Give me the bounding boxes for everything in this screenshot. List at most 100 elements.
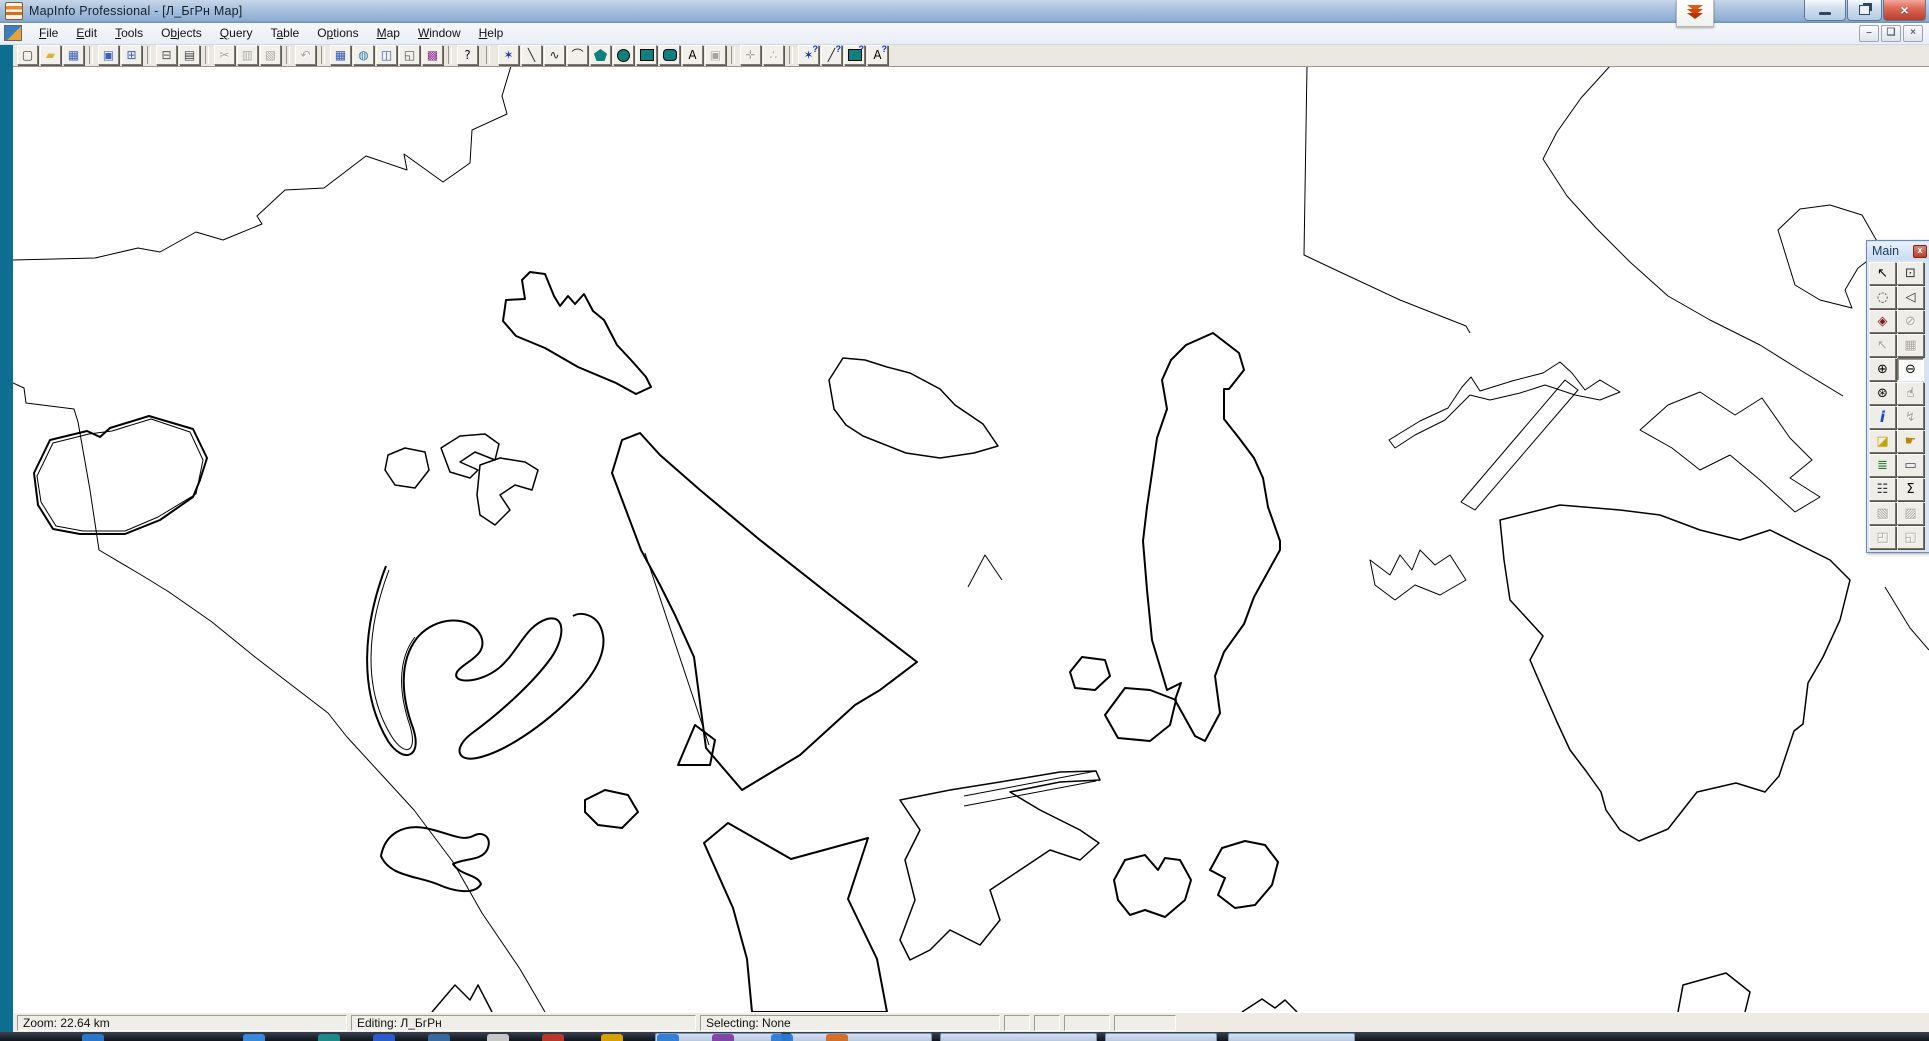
drag-map-window-button[interactable]: ☛ xyxy=(1897,430,1924,453)
open-table-icon: ▰ xyxy=(45,48,56,62)
menu-file[interactable]: File xyxy=(30,23,67,43)
taskbar-button[interactable] xyxy=(1228,1033,1355,1041)
taskbar-icon[interactable] xyxy=(826,1034,848,1041)
polyline-button[interactable]: ∿ xyxy=(544,45,565,65)
zoom-out-button[interactable]: ⊖ xyxy=(1897,358,1924,381)
open-dbms-table-icon: ▦ xyxy=(67,48,80,62)
text-style-button[interactable]: A xyxy=(867,44,888,65)
toolbar-separator xyxy=(448,46,452,64)
select-button[interactable]: ↖ xyxy=(1869,262,1896,285)
menu-window[interactable]: Window xyxy=(409,23,470,43)
restore-button[interactable] xyxy=(1847,0,1882,21)
map-region-outline xyxy=(1388,361,1621,449)
layer-control-button[interactable]: ≣ xyxy=(1869,454,1896,477)
zoom-in-button[interactable]: ⊕ xyxy=(1869,358,1896,381)
line-style-button[interactable]: ╱ xyxy=(821,44,842,65)
polygon-select-button[interactable]: ◁ xyxy=(1897,286,1924,309)
add-node-button: ∴ xyxy=(763,45,784,65)
menu-table[interactable]: Table xyxy=(261,23,308,43)
minimize-button[interactable] xyxy=(1804,0,1846,21)
taskbar-icon[interactable] xyxy=(82,1034,104,1041)
download-arrows-button[interactable] xyxy=(1676,0,1714,27)
mdi-restore-button[interactable]: ❏ xyxy=(1881,25,1901,42)
minimize-icon xyxy=(1819,11,1831,15)
menu-options[interactable]: Options xyxy=(308,23,367,43)
new-mapper-button[interactable]: ◍ xyxy=(353,45,374,65)
new-browser-button[interactable]: ▦ xyxy=(330,45,351,65)
boundary-select-button[interactable]: ◈ xyxy=(1869,310,1896,333)
info-tool-button[interactable]: i xyxy=(1869,406,1896,429)
symbol-style-button[interactable]: ✶ xyxy=(798,44,819,65)
new-table-button[interactable]: ▢ xyxy=(17,45,38,65)
radius-select-button[interactable]: ◌ xyxy=(1869,286,1896,309)
taskbar-icon[interactable] xyxy=(542,1034,564,1041)
taskbar-icon[interactable] xyxy=(712,1034,734,1041)
save-workspace-button[interactable]: ⊞ xyxy=(121,45,142,65)
map-region-outline xyxy=(1209,840,1279,909)
marquee-select-button[interactable]: ⊡ xyxy=(1897,262,1924,285)
save-window-as-button[interactable]: ⊟ xyxy=(156,45,177,65)
save-table-button[interactable]: ▣ xyxy=(98,45,119,65)
ellipse-button[interactable] xyxy=(613,45,634,65)
menu-map[interactable]: Map xyxy=(368,23,409,43)
taskbar-icon[interactable] xyxy=(428,1034,450,1041)
show-legend-button[interactable]: ☷ xyxy=(1869,478,1896,501)
taskbar-button[interactable] xyxy=(790,1033,932,1041)
selecting-indicator: Selecting: None xyxy=(700,1015,1000,1031)
rounded-rectangle-button[interactable] xyxy=(659,45,680,65)
mdi-close-button[interactable]: × xyxy=(1903,25,1923,42)
symbol-button[interactable]: ✶ xyxy=(498,45,519,65)
menu-help[interactable]: Help xyxy=(470,23,513,43)
line-button[interactable]: ╲ xyxy=(521,45,542,65)
taskbar-icon[interactable] xyxy=(318,1034,340,1041)
taskbar-icon[interactable] xyxy=(487,1034,509,1041)
help-pointer-button[interactable]: ? xyxy=(457,45,478,65)
menu-tools[interactable]: Tools xyxy=(106,23,152,43)
taskbar-icon[interactable] xyxy=(771,1034,793,1041)
toolbar-separator xyxy=(321,46,325,64)
map-window-icon[interactable] xyxy=(4,25,22,41)
region-style-button[interactable] xyxy=(844,44,865,65)
label-tool-button[interactable]: ◪ xyxy=(1869,430,1896,453)
menu-edit[interactable]: Edit xyxy=(67,23,106,43)
map-region-outline xyxy=(677,724,716,766)
map-region-outline xyxy=(1369,549,1467,601)
ruler-button[interactable]: ▭ xyxy=(1897,454,1924,477)
open-dbms-table-button[interactable]: ▦ xyxy=(63,45,84,65)
new-layout-button[interactable]: ◱ xyxy=(399,45,420,65)
taskbar-icon[interactable] xyxy=(601,1034,623,1041)
hotlink-button: ↯ xyxy=(1897,406,1924,429)
menu-query[interactable]: Query xyxy=(211,23,262,43)
arc-button[interactable]: ⌒ xyxy=(567,45,588,65)
grabber-pan-button[interactable]: ☝ xyxy=(1897,382,1924,405)
taskbar-icon[interactable] xyxy=(373,1034,395,1041)
palette-close-button[interactable]: x xyxy=(1913,244,1927,258)
menu-objects[interactable]: Objects xyxy=(152,23,211,43)
open-table-button[interactable]: ▰ xyxy=(40,45,61,65)
change-view-button[interactable]: ⊛ xyxy=(1869,382,1896,405)
mdi-window-controls: – ❏ × xyxy=(1857,25,1923,42)
taskbar-button[interactable] xyxy=(940,1033,1097,1041)
rectangle-button[interactable] xyxy=(636,45,657,65)
grabber-pan-icon: ☝ xyxy=(1906,386,1915,401)
polygon-button[interactable] xyxy=(590,45,611,65)
map-region-outline xyxy=(1884,586,1929,651)
taskbar-button[interactable] xyxy=(1105,1033,1217,1041)
graph-select-button: ▦ xyxy=(1897,334,1924,357)
palette-title-bar[interactable]: Main x xyxy=(1868,242,1929,260)
text-button[interactable]: A xyxy=(682,45,703,65)
close-button[interactable]: × xyxy=(1883,0,1926,21)
main-toolbar-palette[interactable]: Main x ↖ ⊡ ◌ ◁ ◈ ⊘ ↖ ▦ ⊕ ⊖ ⊛ ☝ i ↯ ◪ ☛ ≣ ▭ ☷ Σ ▧ ▨ ◰ ◱ xyxy=(1866,240,1929,553)
map-canvas[interactable] xyxy=(13,66,1929,1012)
windows-taskbar xyxy=(0,1032,1929,1041)
mdi-minimize-button[interactable]: – xyxy=(1859,25,1879,42)
region-style-icon xyxy=(847,49,862,61)
map-region-outline xyxy=(13,66,512,261)
taskbar-icon[interactable] xyxy=(657,1034,679,1041)
new-grapher-button[interactable]: ◫ xyxy=(376,45,397,65)
print-window-button[interactable]: ▤ xyxy=(179,45,200,65)
taskbar-icon[interactable] xyxy=(243,1034,265,1041)
new-redistricter-button[interactable]: ▩ xyxy=(422,45,443,65)
help-pointer-icon: ? xyxy=(464,48,471,62)
show-statistics-button[interactable]: Σ xyxy=(1897,478,1924,501)
